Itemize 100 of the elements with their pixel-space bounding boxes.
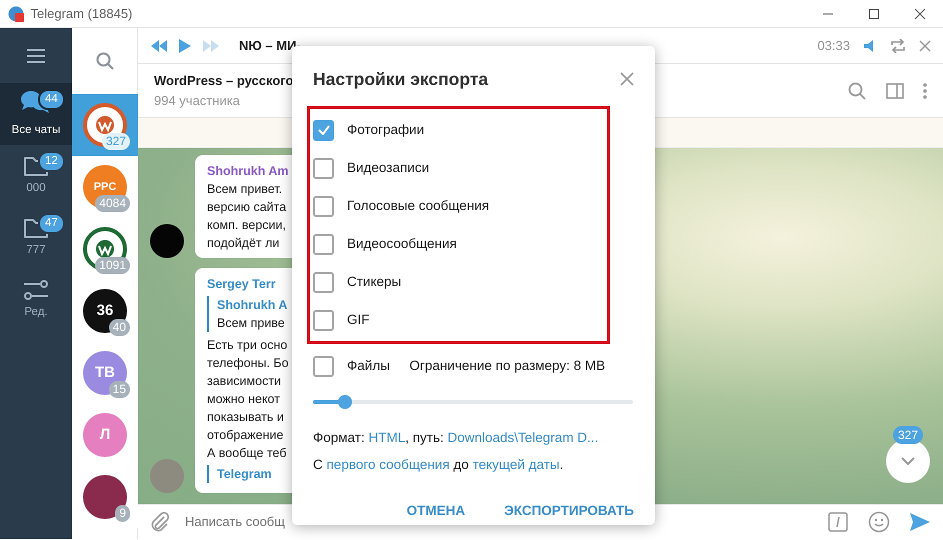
folder-label: Ред. [24,305,48,320]
track-time: 03:33 [817,36,850,55]
folder-tab[interactable]: 777 47 [0,207,72,269]
close-button[interactable] [620,72,634,86]
member-count: 994 участника [154,92,241,110]
option-label: Стикеры [347,273,402,292]
unread-count: 1091 [95,257,130,274]
message-line: показывать и [207,409,285,426]
folder-tab[interactable]: Ред. [0,269,72,331]
send-button[interactable] [909,512,931,532]
menu-icon [26,48,46,64]
message-line: подойдёт ли [207,235,280,252]
unread-count: 44 [38,89,65,110]
unread-count: 47 [38,213,65,234]
search-icon [848,82,866,100]
checkbox[interactable] [313,120,334,141]
message-author: Sergey Terr [207,276,277,293]
option-label: Голосовые сообщения [347,197,490,216]
checkbox[interactable] [313,196,334,217]
previous-button[interactable] [150,38,168,52]
repeat-button[interactable] [890,38,906,52]
unread-count: 15 [108,381,130,398]
option-label: GIF [347,311,370,330]
slider-thumb[interactable] [338,394,352,408]
search-icon [96,52,114,70]
checkbox[interactable] [313,158,334,179]
link[interactable]: первого сообщения [326,456,450,472]
unread-count: 327 [102,133,130,150]
link[interactable]: Downloads\Telegram D... [448,430,598,445]
unread-count: 9 [115,505,130,522]
attach-button[interactable] [150,512,170,532]
reply-text: Всем приве [217,315,286,332]
next-button[interactable] [202,38,220,52]
close-icon [914,8,926,20]
message-line: комп. версии, [207,217,287,234]
logo-icon [94,238,116,260]
close-icon [620,72,634,86]
search-button[interactable] [848,82,866,100]
emoji-button[interactable] [868,511,890,533]
message-input[interactable]: Написать сообщ [183,511,298,533]
dialog-title: Настройки экспорта [313,68,488,91]
app-logo-icon [8,6,24,22]
message-line: можно некот [207,391,281,408]
option-label: Файлы [347,357,390,376]
play-icon [178,38,192,54]
option-label: Видеозаписи [347,159,430,178]
repeat-icon [890,38,906,52]
unread-count: 4084 [95,195,130,212]
slash-box-icon [828,512,848,532]
close-player-button[interactable] [919,40,931,52]
more-button[interactable] [923,82,927,98]
export-button[interactable]: ЭКСПОРТИРОВАТЬ [504,497,634,526]
message-line: Есть три осно [207,337,288,354]
unread-count: 40 [108,319,130,336]
search-button[interactable] [96,52,114,70]
folder-label: 000 [26,181,46,196]
message-line: Всем привет. [207,181,284,198]
chat-item[interactable]: 327 [72,94,138,156]
message-author: Shohrukh Am [207,163,290,180]
checkbox[interactable] [313,310,334,331]
option-label: Видеосообщения [347,235,457,254]
send-icon [909,512,931,532]
message-line: отображение [207,427,284,444]
paperclip-icon [150,512,170,532]
checkbox[interactable] [313,356,334,377]
checkbox[interactable] [313,234,334,255]
message-line: телефоны. Бо [207,355,290,372]
play-button[interactable] [178,38,192,54]
check-icon [318,125,330,136]
size-limit-label: Ограничение по размеру: 8 MB [409,357,606,376]
option-label: Фотографии [347,121,424,140]
window-title: Telegram (18845) [30,4,132,23]
smiley-icon [868,511,890,533]
folder-label: Все чаты [12,123,60,138]
more-icon [923,82,927,98]
checkbox[interactable] [313,272,334,293]
message-line: зависимости [207,373,282,390]
link[interactable]: текущей даты [472,456,560,472]
date-range-text: С первого сообщения до текущей даты. [313,456,564,474]
link[interactable]: HTML [368,430,406,445]
close-icon [919,40,931,52]
unread-count: 327 [892,426,923,444]
reply-author: Shohrukh A [217,297,288,314]
message-line: А вообще теб [207,445,288,462]
sidebar-toggle-button[interactable] [886,82,904,98]
unread-count: 12 [38,151,65,172]
panel-icon [886,82,904,98]
commands-button[interactable] [828,512,848,532]
cancel-button[interactable]: ОТМЕНА [406,497,466,526]
rewind-icon [150,38,168,52]
chevron-down-icon [900,456,916,466]
sliders-icon [22,278,50,301]
chat-avatar: Л [83,413,127,457]
folder-tab[interactable]: Все чаты 44 [0,83,72,145]
logo-icon [94,114,116,136]
folder-tab[interactable]: 000 12 [0,145,72,207]
message-line: версию сайта [207,199,288,216]
folder-label: 777 [26,243,46,258]
fast-forward-icon [202,38,220,52]
chat-title: WordPress – русского [154,72,294,90]
